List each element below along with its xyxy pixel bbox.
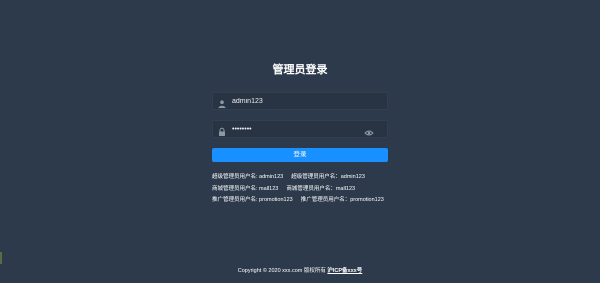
login-page: 管理员登录 登录 超级管理员用户名: admin123超级管理员 xyxy=(0,0,600,283)
tip-row: 超级管理员用户名: admin123 超级管理员用户名：admin123 xyxy=(212,172,412,184)
username-input[interactable] xyxy=(232,94,362,108)
account-tips: 超级管理员用户名: admin123 超级管理员用户名：admin123 商城管理… xyxy=(212,172,412,207)
tip-row: 推广管理员用户名: promotion123 推广管理员用户名：promotion… xyxy=(212,195,412,207)
tip-text: 商城管理员用户名: mall123 xyxy=(212,185,279,192)
tip-text: 推广管理员用户名: promotion123 xyxy=(212,197,293,203)
window-edge-marker xyxy=(0,252,2,264)
lock-icon xyxy=(217,124,227,136)
user-icon xyxy=(217,96,227,108)
footer: Copyright © 2020 xxx.com 版权所有 沪ICP备xxx号 xyxy=(0,266,600,274)
eye-icon[interactable] xyxy=(364,125,374,136)
copyright-text: Copyright © 2020 xxx.com 版权所有 xyxy=(237,268,326,274)
login-button[interactable]: 登录 xyxy=(212,148,388,162)
tip-text: 推广管理员用户名：promotion123 xyxy=(300,197,384,203)
username-field[interactable] xyxy=(212,92,388,110)
tip-text: 商城管理员用户名：mall123 xyxy=(286,185,356,192)
page-title: 管理员登录 xyxy=(272,64,328,76)
tip-text: 超级管理员用户名：admin123 xyxy=(291,174,365,180)
password-field[interactable] xyxy=(212,120,388,138)
icp-link[interactable]: 沪ICP备xxx号 xyxy=(327,268,362,274)
tip-row: 商城管理员用户名: mall123 商城管理员用户名：mall123 xyxy=(212,184,412,196)
password-input[interactable] xyxy=(232,122,362,136)
tip-text: 超级管理员用户名: admin123 xyxy=(212,174,284,180)
